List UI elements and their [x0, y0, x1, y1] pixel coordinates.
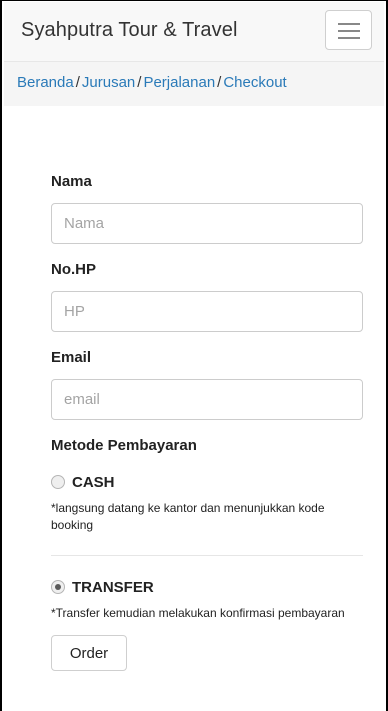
- breadcrumb-item-checkout[interactable]: Checkout: [223, 74, 286, 91]
- email-label: Email: [51, 349, 92, 366]
- transfer-note: *Transfer kemudian melakukan konfirmasi …: [51, 606, 345, 620]
- menu-bar-line: [338, 37, 360, 39]
- breadcrumb-item-beranda[interactable]: Beranda: [17, 74, 74, 91]
- order-button[interactable]: Order: [51, 635, 127, 671]
- hp-label: No.HP: [51, 261, 96, 278]
- payment-method-label: Metode Pembayaran: [51, 437, 197, 454]
- breadcrumb-item-jurusan[interactable]: Jurusan: [82, 74, 135, 91]
- breadcrumb: Beranda / Jurusan / Perjalanan / Checkout: [4, 62, 384, 106]
- hp-input[interactable]: [51, 291, 363, 332]
- breadcrumb-separator: /: [75, 74, 80, 91]
- transfer-label[interactable]: TRANSFER: [72, 579, 154, 596]
- nama-input[interactable]: [51, 203, 363, 244]
- nama-label: Nama: [51, 173, 92, 190]
- page-frame: Syahputra Tour & Travel Beranda / Jurusan /…: [0, 0, 388, 711]
- transfer-radio[interactable]: [51, 580, 65, 594]
- menu-bar-line: [338, 23, 360, 25]
- email-input[interactable]: [51, 379, 363, 420]
- menu-bar-line: [338, 30, 360, 32]
- transfer-option[interactable]: TRANSFER: [51, 576, 363, 598]
- payment-divider: [51, 555, 363, 556]
- checkout-form: Nama No.HP Email Metode Pembayaran CASH …: [51, 173, 363, 671]
- cash-option[interactable]: CASH: [51, 471, 363, 493]
- navbar: Syahputra Tour & Travel: [4, 2, 384, 62]
- hamburger-menu-icon[interactable]: [325, 10, 372, 50]
- cash-note: *langsung datang ke kantor dan menunjukk…: [51, 501, 325, 532]
- navbar-brand[interactable]: Syahputra Tour & Travel: [21, 19, 238, 42]
- breadcrumb-item-perjalanan[interactable]: Perjalanan: [143, 74, 215, 91]
- cash-radio[interactable]: [51, 475, 65, 489]
- cash-label[interactable]: CASH: [72, 474, 115, 491]
